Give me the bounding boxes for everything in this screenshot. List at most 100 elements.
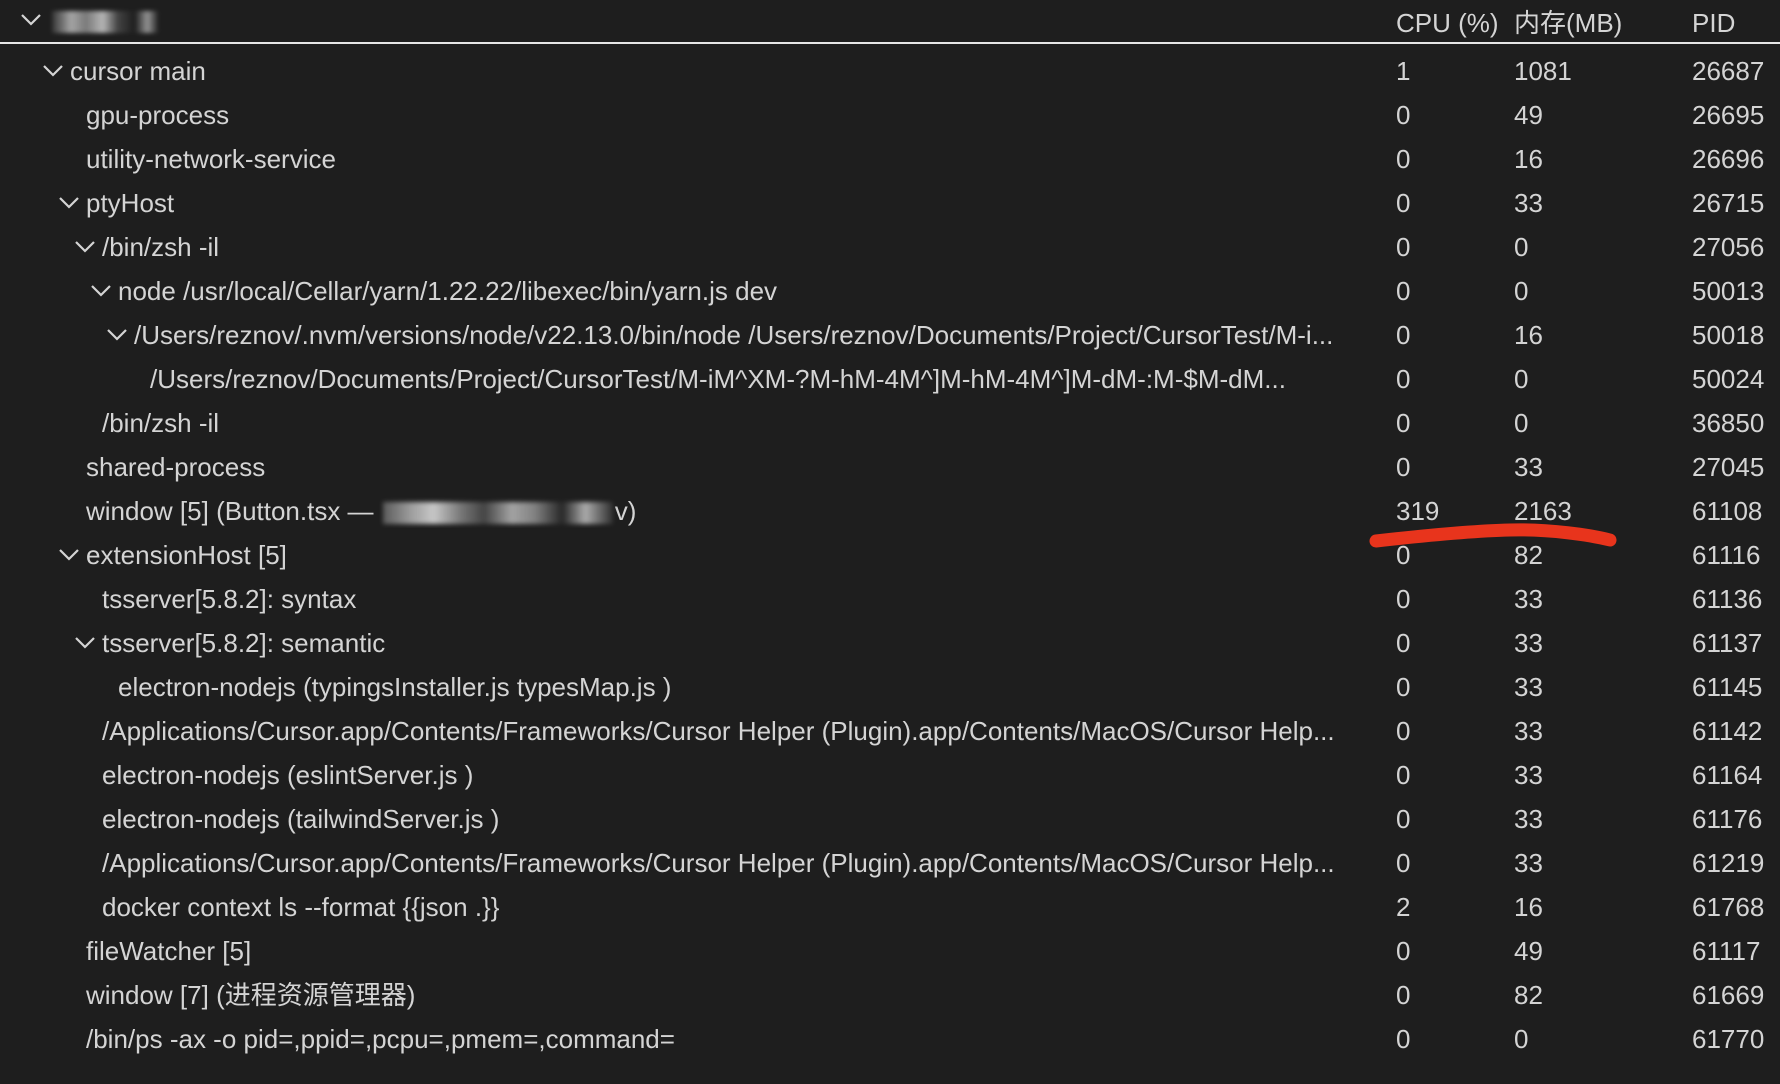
process-name: electron-nodejs (tailwindServer.js )	[102, 802, 1388, 836]
process-name: tsserver[5.8.2]: semantic	[102, 626, 1388, 660]
table-row[interactable]: electron-nodejs (tailwindServer.js ) 0 33 6…	[0, 798, 1780, 842]
cpu-value: 0	[1396, 188, 1411, 218]
table-row[interactable]: window [7] (进程资源管理器) 0 82 61669	[0, 974, 1780, 1018]
column-header-cpu[interactable]: CPU (%)	[1396, 6, 1499, 40]
chevron-down-icon[interactable]	[20, 13, 42, 27]
memory-value: 33	[1514, 804, 1543, 834]
process-name: gpu-process	[86, 98, 1388, 132]
table-row[interactable]: cursor main 1 1081 26687	[0, 50, 1780, 94]
table-row[interactable]: window [5] (Button.tsx — v) 319 2163 61108	[0, 490, 1780, 534]
pid-value: 26687	[1692, 56, 1765, 86]
column-header-pid[interactable]: PID	[1692, 6, 1735, 40]
process-name: tsserver[5.8.2]: syntax	[102, 582, 1388, 616]
memory-value: 33	[1514, 716, 1543, 746]
process-name-text: ptyHost	[86, 188, 175, 218]
table-row[interactable]: electron-nodejs (eslintServer.js ) 0 33 611…	[0, 754, 1780, 798]
cpu-value: 0	[1396, 628, 1411, 658]
memory-value: 82	[1514, 980, 1543, 1010]
chevron-down-icon[interactable]	[58, 548, 80, 562]
chevron-down-icon[interactable]	[106, 328, 128, 342]
chevron-down-icon[interactable]	[74, 636, 96, 650]
cpu-value: 2	[1396, 892, 1411, 922]
table-row[interactable]: /bin/zsh -il 0 0 27056	[0, 226, 1780, 270]
table-row[interactable]: fileWatcher [5] 0 49 61117	[0, 930, 1780, 974]
cpu-value: 0	[1396, 452, 1411, 482]
table-row[interactable]: /Applications/Cursor.app/Contents/Framew…	[0, 710, 1780, 754]
process-name-suffix: v)	[614, 496, 637, 526]
table-row[interactable]: /Applications/Cursor.app/Contents/Framew…	[0, 842, 1780, 886]
memory-value: 0	[1514, 276, 1529, 306]
cpu-value: 0	[1396, 100, 1411, 130]
table-row[interactable]: electron-nodejs (typingsInstaller.js typ…	[0, 666, 1780, 710]
table-row[interactable]: extensionHost [5] 0 82 61116	[0, 534, 1780, 578]
pid-value: 50013	[1692, 276, 1765, 306]
process-name: window [7] (进程资源管理器)	[86, 978, 1388, 1012]
table-row[interactable]: /Users/reznov/.nvm/versions/node/v22.13.…	[0, 314, 1780, 358]
memory-value: 33	[1514, 188, 1543, 218]
process-name-text: gpu-process	[86, 100, 230, 130]
pid-value: 61136	[1692, 584, 1763, 614]
column-header-memory[interactable]: 内存(MB)	[1514, 6, 1622, 40]
process-name: /bin/zsh -il	[102, 406, 1388, 440]
process-name: window [5] (Button.tsx — v)	[86, 494, 1388, 528]
cpu-value: 0	[1396, 584, 1411, 614]
memory-value: 16	[1514, 892, 1543, 922]
pid-value: 61219	[1692, 848, 1765, 878]
chevron-down-icon[interactable]	[90, 284, 112, 298]
pid-value: 26696	[1692, 144, 1765, 174]
memory-value: 2163	[1514, 496, 1572, 526]
table-row[interactable]: tsserver[5.8.2]: syntax 0 33 61136	[0, 578, 1780, 622]
table-row[interactable]: shared-process 0 33 27045	[0, 446, 1780, 490]
chevron-down-icon[interactable]	[58, 196, 80, 210]
pid-value: 27045	[1692, 452, 1765, 482]
table-row[interactable]: docker context ls --format {{json .}} 2 16…	[0, 886, 1780, 930]
process-name-text: /bin/zsh -il	[102, 408, 220, 438]
cpu-value: 0	[1396, 672, 1411, 702]
process-name-text: /bin/ps -ax -o pid=,ppid=,pcpu=,pmem=,co…	[86, 1024, 675, 1054]
process-name-text: /Applications/Cursor.app/Contents/Framew…	[102, 848, 1335, 878]
memory-value: 0	[1514, 1024, 1529, 1054]
cpu-value: 0	[1396, 716, 1411, 746]
header-title-redacted	[52, 11, 158, 33]
memory-value: 33	[1514, 452, 1543, 482]
process-name-text: electron-nodejs (eslintServer.js )	[102, 760, 474, 790]
chevron-down-icon[interactable]	[74, 240, 96, 254]
process-name-text: node /usr/local/Cellar/yarn/1.22.22/libe…	[118, 276, 778, 306]
process-explorer: CPU (%) 内存(MB) PID cursor main 1 1081 26687…	[0, 0, 1780, 1084]
table-row[interactable]: ptyHost 0 33 26715	[0, 182, 1780, 226]
process-name-text: window [5] (Button.tsx —	[86, 496, 381, 526]
process-name-text: electron-nodejs (typingsInstaller.js typ…	[118, 672, 672, 702]
cpu-value: 1	[1396, 56, 1411, 86]
table-row[interactable]: gpu-process 0 49 26695	[0, 94, 1780, 138]
pid-value: 61770	[1692, 1024, 1765, 1054]
pid-value: 61116	[1692, 540, 1761, 570]
table-row[interactable]: node /usr/local/Cellar/yarn/1.22.22/libe…	[0, 270, 1780, 314]
process-name: /Applications/Cursor.app/Contents/Framew…	[102, 714, 1388, 748]
process-name: /bin/ps -ax -o pid=,ppid=,pcpu=,pmem=,co…	[86, 1022, 1388, 1056]
pid-value: 61145	[1692, 672, 1763, 702]
process-name: /Applications/Cursor.app/Contents/Framew…	[102, 846, 1388, 880]
process-name: electron-nodejs (typingsInstaller.js typ…	[118, 670, 1388, 704]
process-name-text: tsserver[5.8.2]: syntax	[102, 584, 357, 614]
chevron-down-icon[interactable]	[42, 64, 64, 78]
table-row[interactable]: /bin/zsh -il 0 0 36850	[0, 402, 1780, 446]
process-name-text: /Users/reznov/.nvm/versions/node/v22.13.…	[134, 320, 1334, 350]
table-row[interactable]: utility-network-service 0 16 26696	[0, 138, 1780, 182]
table-row[interactable]: tsserver[5.8.2]: semantic 0 33 61137	[0, 622, 1780, 666]
memory-value: 0	[1514, 232, 1529, 262]
cpu-value: 0	[1396, 848, 1411, 878]
process-name: ptyHost	[86, 186, 1388, 220]
table-row[interactable]: /bin/ps -ax -o pid=,ppid=,pcpu=,pmem=,co…	[0, 1018, 1780, 1062]
process-name: node /usr/local/Cellar/yarn/1.22.22/libe…	[118, 274, 1388, 308]
pid-value: 61108	[1692, 496, 1763, 526]
memory-value: 49	[1514, 936, 1543, 966]
table-header: CPU (%) 内存(MB) PID	[0, 0, 1780, 44]
pid-value: 50024	[1692, 364, 1765, 394]
cpu-value: 0	[1396, 1024, 1411, 1054]
table-row[interactable]: /Users/reznov/Documents/Project/CursorTe…	[0, 358, 1780, 402]
pid-value: 26715	[1692, 188, 1765, 218]
redacted-text	[382, 502, 613, 525]
process-name-text: cursor main	[70, 56, 206, 86]
memory-value: 16	[1514, 144, 1543, 174]
cpu-value: 0	[1396, 804, 1411, 834]
